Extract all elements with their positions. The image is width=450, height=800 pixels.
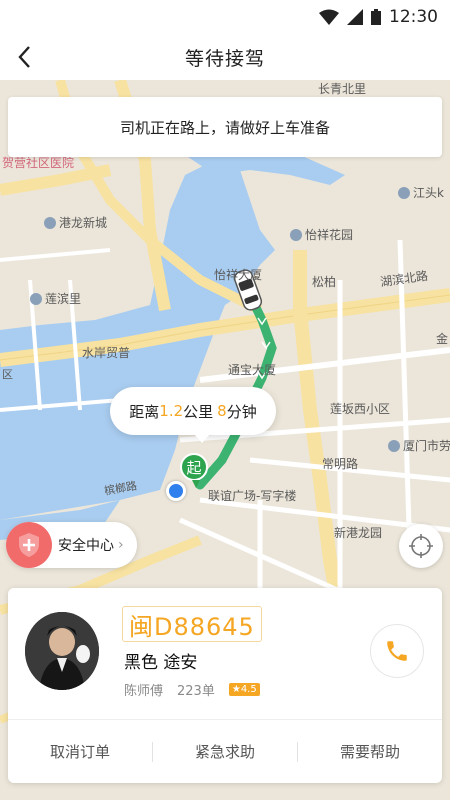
distance-bubble: 距离 1.2 公里 8 分钟 — [110, 387, 276, 443]
bubble-prefix: 距离 — [129, 402, 160, 421]
nav-bar: 等待接驾 — [0, 34, 450, 80]
map-label-lianbin: 莲滨里 — [30, 290, 81, 307]
locate-button[interactable] — [399, 524, 443, 568]
shield-icon — [6, 522, 52, 568]
status-time: 12:30 — [389, 7, 438, 27]
status-bar: 12:30 — [0, 0, 450, 34]
page-title: 等待接驾 — [184, 47, 265, 70]
chevron-left-icon — [18, 46, 30, 68]
map-label-xiamen-labor: 厦门市劳 — [388, 437, 450, 454]
chevron-right-icon: › — [118, 537, 124, 553]
signal-icon — [347, 9, 363, 25]
poi-icon — [44, 217, 56, 229]
map-label-changming: 常明路 — [322, 457, 359, 471]
notice-text: 司机正在路上，请做好上车准备 — [119, 118, 330, 137]
driver-card: 闽D88645 黑色 途安 陈师傅 223单 ★4.5 取消订单 紧急求助 需要… — [8, 588, 442, 783]
poi-icon — [388, 440, 400, 452]
start-marker: 起 — [180, 453, 208, 488]
cancel-order-button[interactable]: 取消订单 — [8, 741, 152, 762]
phone-icon — [387, 641, 407, 661]
crosshair-icon — [409, 534, 433, 558]
call-driver-button[interactable] — [370, 624, 424, 678]
distance-unit: 公里 — [183, 402, 214, 421]
rating-badge: ★4.5 — [228, 683, 260, 696]
map-label-lianyi: 联谊广场-写字楼 — [208, 489, 297, 503]
map-label-district: 区 — [2, 368, 13, 381]
driver-info: 陈师傅 223单 ★4.5 — [124, 680, 260, 699]
wifi-icon — [319, 9, 339, 25]
map-label-jiangtou: 江头k — [398, 184, 444, 201]
map-label-tongbao: 通宝大厦 — [228, 363, 277, 377]
poi-icon — [290, 229, 302, 241]
minutes-value: 8 — [217, 402, 227, 420]
safety-center-label: 安全中心 — [58, 538, 114, 554]
map-label-changqing: 长青北里 — [318, 82, 367, 96]
map-label-lianpo: 莲坂西小区 — [330, 402, 391, 416]
map-label-xingang: 新港龙园 — [334, 526, 383, 540]
map-label-jin: 金 — [436, 332, 449, 346]
minutes-unit: 分钟 — [226, 402, 257, 421]
need-help-button[interactable]: 需要帮助 — [298, 741, 442, 762]
my-location-dot — [166, 481, 186, 501]
car-description: 黑色 途安 — [124, 653, 198, 673]
poi-icon — [30, 293, 42, 305]
map-label-ganglong: 港龙新城 — [44, 214, 107, 231]
emergency-help-button[interactable]: 紧急求助 — [153, 741, 297, 762]
action-bar: 取消订单 紧急求助 需要帮助 — [8, 720, 442, 783]
battery-icon — [371, 9, 381, 25]
star-icon: ★ — [231, 684, 241, 695]
license-plate: 闽D88645 — [122, 606, 262, 642]
map-label-songbai: 松柏 — [312, 275, 337, 289]
poi-icon — [398, 187, 410, 199]
driver-name: 陈师傅 — [124, 684, 164, 699]
safety-center-button[interactable]: 安全中心 › — [6, 522, 137, 568]
avatar — [25, 612, 99, 690]
map-label-yixiang: 怡祥花园 — [290, 226, 353, 243]
distance-value: 1.2 — [159, 402, 184, 420]
back-button[interactable] — [6, 38, 42, 76]
notice-banner: 司机正在路上，请做好上车准备 — [8, 97, 442, 157]
start-marker-label: 起 — [186, 458, 202, 477]
map-label-shuian: 水岸贸普 — [82, 346, 131, 360]
driver-orders: 223单 — [177, 684, 215, 699]
map-label-yixiang-bldg: 怡祥大厦 — [214, 268, 263, 282]
